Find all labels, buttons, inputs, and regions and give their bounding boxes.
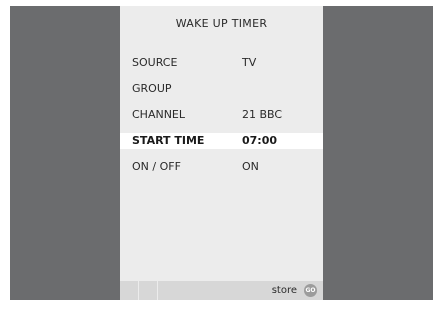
status-divider <box>157 281 158 300</box>
row-label: SOURCE <box>132 56 178 69</box>
row-value: TV <box>242 56 257 69</box>
go-button-icon[interactable]: GO <box>304 284 317 297</box>
menu-row-start-time[interactable]: START TIME 07:00 <box>120 133 323 149</box>
row-label: START TIME <box>132 134 205 147</box>
row-value: 21 BBC <box>242 108 283 121</box>
menu-row-channel[interactable]: CHANNEL 21 BBC <box>120 107 323 123</box>
tv-screen-frame: WAKE UP TIMER SOURCE TV GROUP CHANNEL 21… <box>10 6 433 300</box>
row-label: CHANNEL <box>132 108 186 121</box>
menu-row-source[interactable]: SOURCE TV <box>120 55 323 71</box>
menu-title: WAKE UP TIMER <box>175 17 268 30</box>
row-label: GROUP <box>132 82 172 95</box>
menu-row-on-off[interactable]: ON / OFF ON <box>120 159 323 175</box>
store-label: store <box>271 285 297 296</box>
status-divider <box>138 281 139 300</box>
status-bar: store GO <box>120 281 323 300</box>
menu-row-group[interactable]: GROUP <box>120 81 323 97</box>
row-value: ON <box>242 160 259 173</box>
row-label: ON / OFF <box>132 160 181 173</box>
menu-panel: WAKE UP TIMER SOURCE TV GROUP CHANNEL 21… <box>120 6 323 300</box>
row-value: 07:00 <box>242 134 278 147</box>
